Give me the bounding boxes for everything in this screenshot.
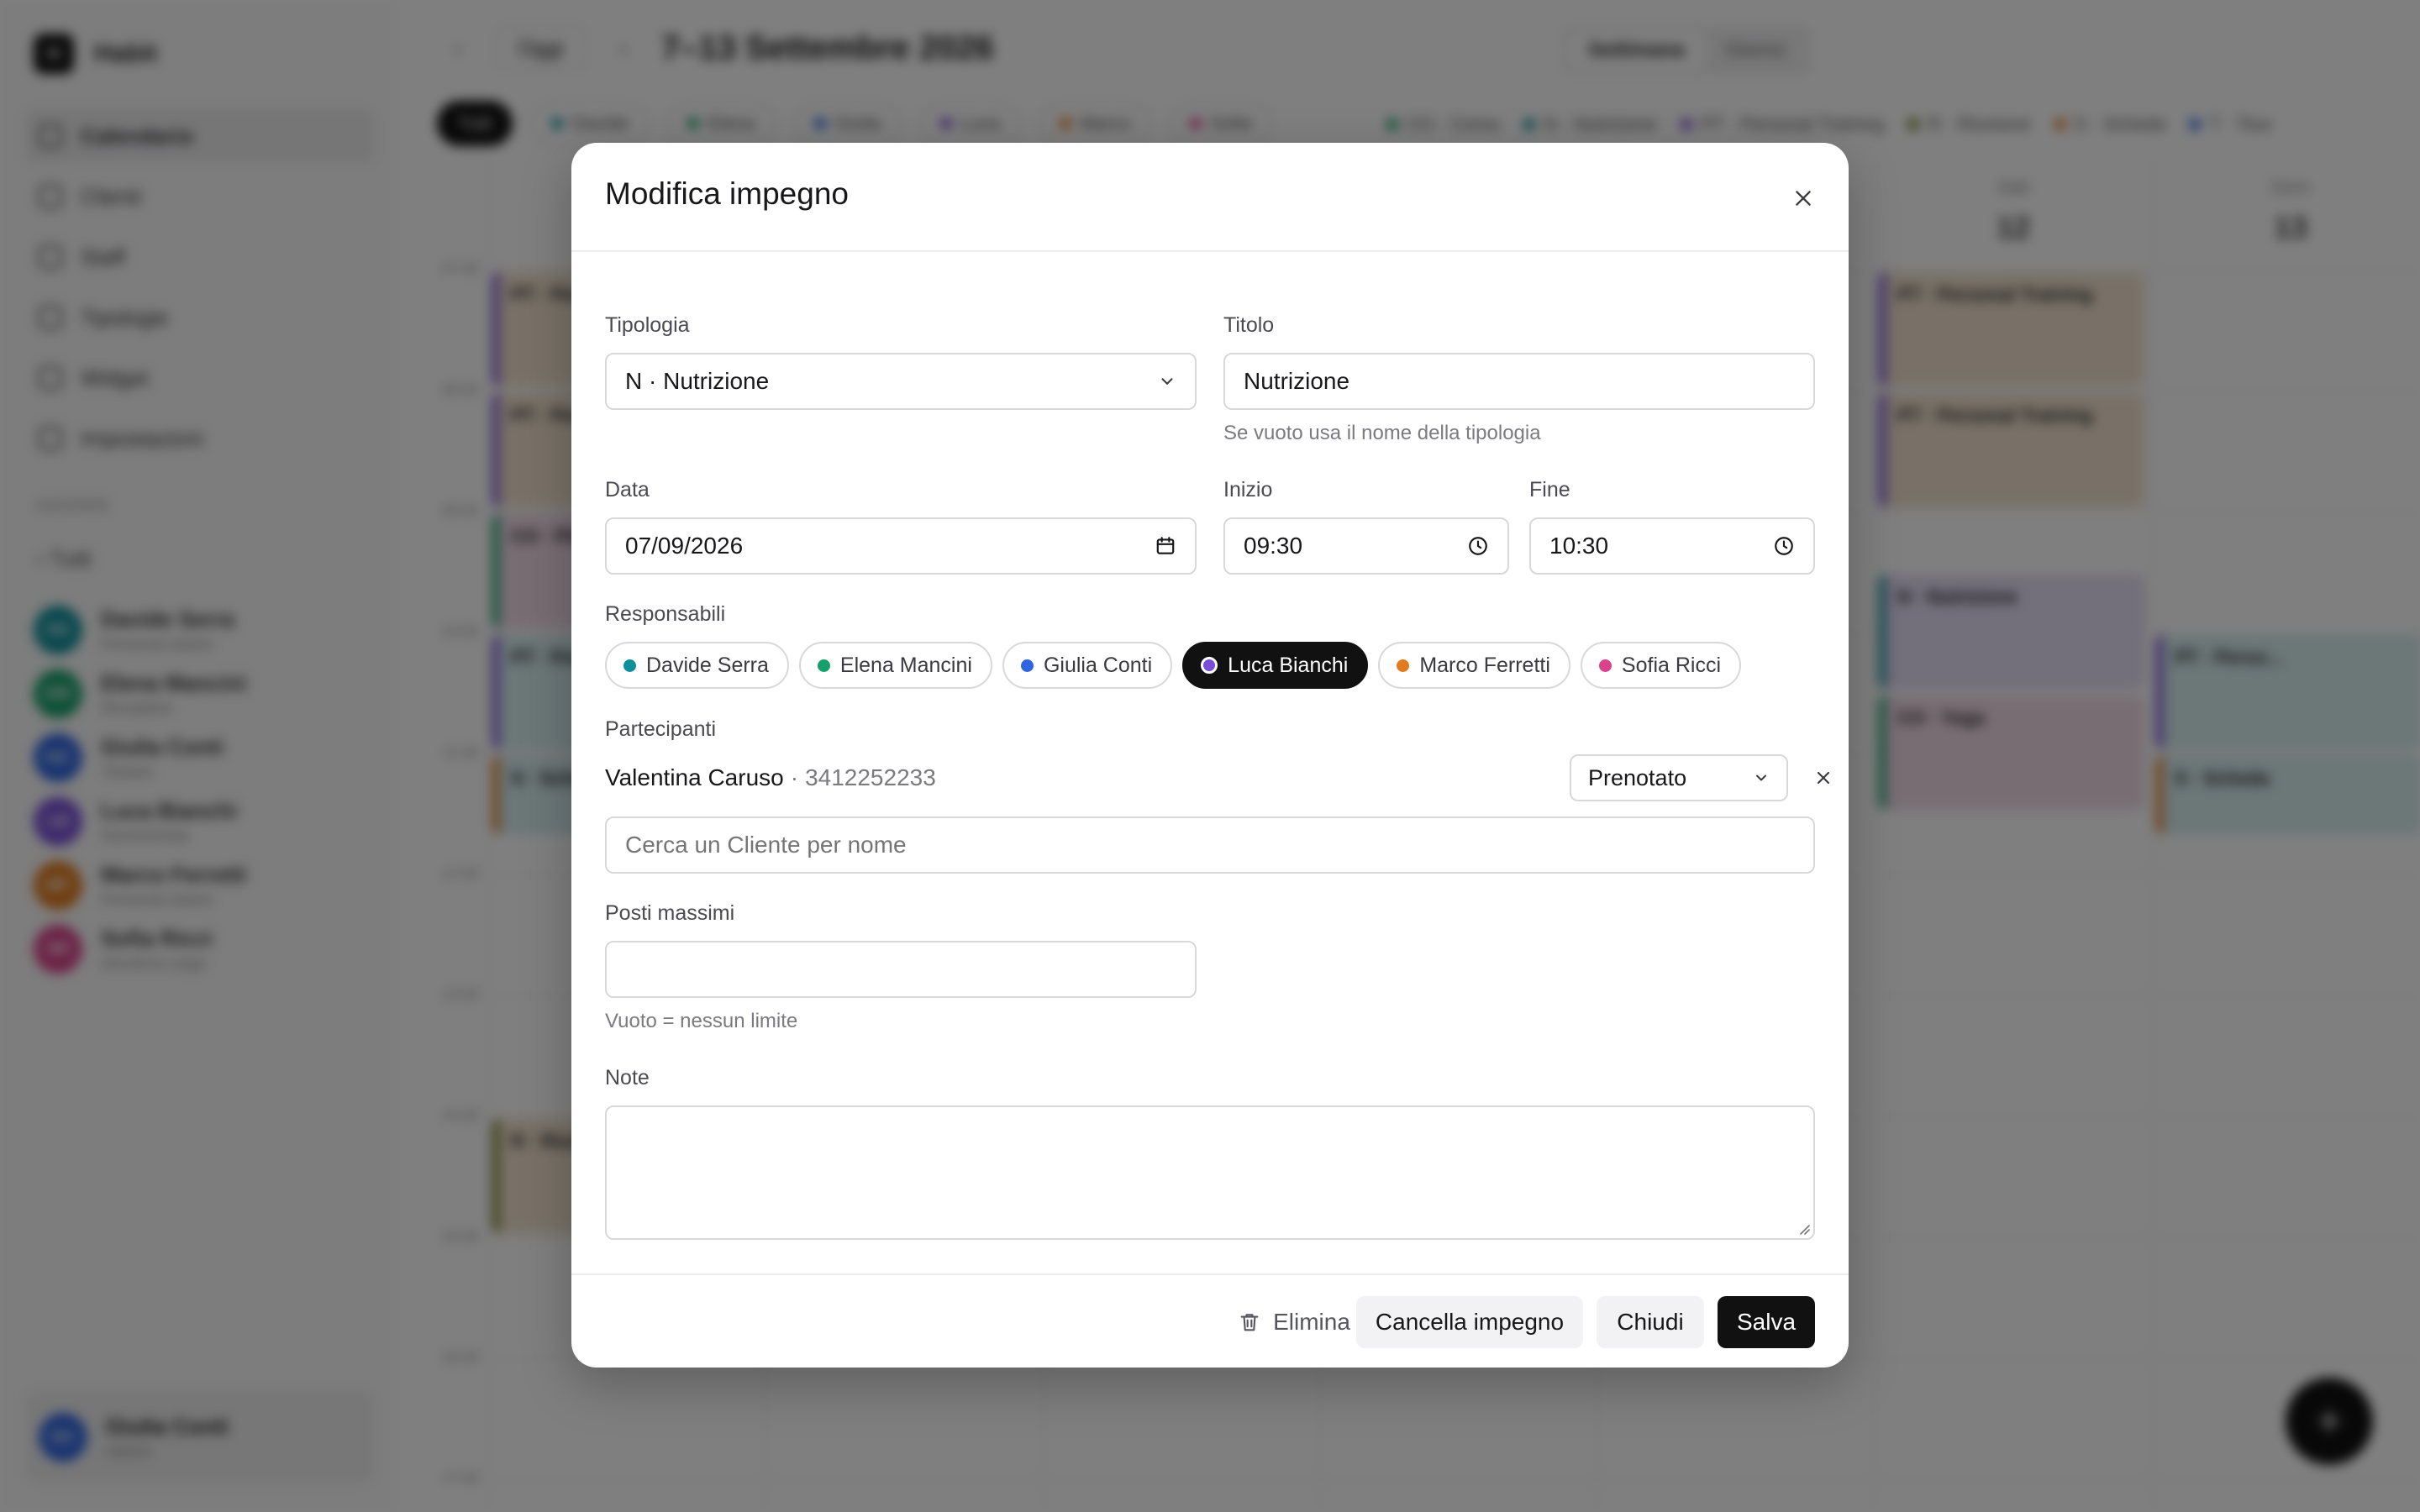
color-dot (817, 659, 830, 672)
responsabile-chip[interactable]: Elena Mancini (798, 642, 992, 689)
color-dot (623, 659, 636, 672)
responsabile-chip[interactable]: Davide Serra (605, 642, 789, 689)
data-label: Data (605, 478, 650, 501)
clock-icon[interactable] (1773, 535, 1795, 557)
modal-header: Modifica impegno (571, 143, 1849, 252)
posti-hint: Vuoto = nessun limite (605, 1010, 798, 1032)
modal-title: Modifica impegno (605, 176, 849, 211)
participant-phone: 3412252233 (805, 764, 936, 790)
responsabile-chip[interactable]: Marco Ferretti (1378, 642, 1570, 689)
color-dot (1201, 657, 1218, 674)
date-input[interactable]: 07/09/2026 (605, 517, 1197, 575)
end-time-value: 10:30 (1549, 533, 1609, 559)
end-time-input[interactable]: 10:30 (1529, 517, 1815, 575)
responsabile-name: Davide Serra (646, 653, 769, 677)
responsabile-name: Sofia Ricci (1621, 653, 1722, 677)
titolo-value: Nutrizione (1244, 368, 1350, 394)
date-value: 07/09/2026 (625, 533, 744, 559)
titolo-input[interactable]: Nutrizione (1223, 353, 1815, 410)
close-button[interactable] (1786, 181, 1820, 215)
participant-status-value: Prenotato (1588, 764, 1687, 790)
note-label: Note (605, 1066, 650, 1089)
partecipanti-label: Partecipanti (605, 717, 717, 741)
responsabili-label: Responsabili (605, 602, 726, 626)
color-dot (1020, 659, 1034, 672)
responsabile-name: Giulia Conti (1043, 653, 1153, 677)
responsabile-name: Elena Mancini (839, 653, 972, 677)
responsabili-chips: Davide Serra Elena Mancini Giulia Conti Luc… (605, 642, 1742, 689)
responsabile-chip[interactable]: Giulia Conti (1002, 642, 1173, 689)
start-time-value: 09:30 (1244, 533, 1303, 559)
edit-event-modal: Modifica impegno Tipologia N · Nutrizion… (571, 143, 1849, 1368)
chevron-down-icon (1158, 372, 1176, 391)
start-time-input[interactable]: 09:30 (1223, 517, 1509, 575)
max-seats-input[interactable] (605, 941, 1197, 998)
delete-button[interactable]: Elimina (1210, 1296, 1378, 1348)
delete-label: Elimina (1273, 1309, 1350, 1335)
chevron-down-icon (1753, 769, 1770, 786)
titolo-label: Titolo (1223, 313, 1275, 337)
responsabile-chip[interactable]: Sofia Ricci (1580, 642, 1742, 689)
calendar-icon[interactable] (1155, 535, 1176, 557)
responsabile-chip[interactable]: Luca Bianchi (1182, 642, 1369, 689)
responsabile-name: Marco Ferretti (1419, 653, 1550, 677)
color-dot (1397, 659, 1410, 672)
clock-icon[interactable] (1467, 535, 1489, 557)
participant-name: Valentina Caruso (605, 764, 784, 790)
client-search-input[interactable] (605, 816, 1815, 874)
responsabile-name: Luca Bianchi (1228, 653, 1349, 677)
fine-label: Fine (1529, 478, 1570, 501)
notes-textarea[interactable] (605, 1105, 1815, 1240)
tipologia-value: N · Nutrizione (625, 368, 770, 394)
participant-row: Valentina Caruso · 3412252233 Prenotato (605, 754, 1830, 801)
color-dot (1598, 659, 1612, 672)
modal-footer: Elimina Cancella impegno Chiudi Salva (571, 1273, 1849, 1368)
close-modal-button[interactable]: Chiudi (1597, 1296, 1704, 1348)
trash-icon (1240, 1314, 1259, 1331)
close-icon (1796, 191, 1811, 206)
close-icon (1817, 771, 1830, 785)
tipologia-label: Tipologia (605, 313, 690, 337)
titolo-hint: Se vuoto usa il nome della tipologia (1223, 422, 1541, 444)
resize-grip-icon[interactable] (1797, 1221, 1810, 1235)
tipologia-select[interactable]: N · Nutrizione (605, 353, 1197, 410)
participant-separator: · (790, 764, 799, 790)
remove-participant-button[interactable] (1807, 761, 1840, 795)
posti-label: Posti massimi (605, 901, 735, 925)
cancel-event-button[interactable]: Cancella impegno (1356, 1296, 1583, 1348)
save-button[interactable]: Salva (1718, 1296, 1815, 1348)
participant-status-select[interactable]: Prenotato (1570, 754, 1788, 801)
inizio-label: Inizio (1223, 478, 1273, 501)
